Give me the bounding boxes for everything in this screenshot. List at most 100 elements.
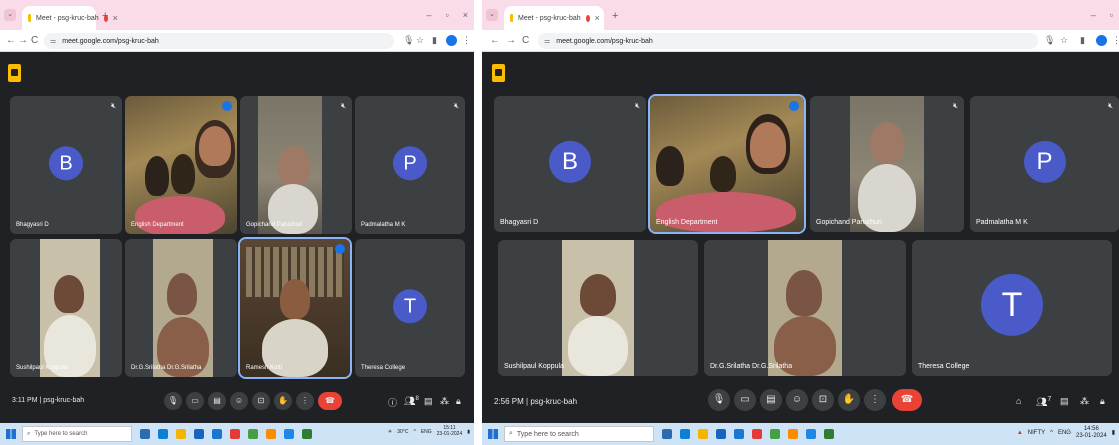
side-panel-icon[interactable]: ▮ [432,35,437,46]
host-controls-icon[interactable]: 🔒︎ [456,396,461,407]
participant-tile[interactable]: T Theresa College [912,240,1112,376]
reload-button[interactable]: C [31,35,38,46]
info-icon[interactable]: ⓘ [388,396,397,409]
edge-icon[interactable] [680,429,690,439]
participant-tile[interactable]: P 🔇︎ Padmalatha M K [355,96,465,234]
participant-tile[interactable]: T Theresa College [355,239,465,377]
participant-tile[interactable]: P 🔇︎ Padmalatha M K [970,96,1119,232]
tab-search-icon[interactable]: ⌄ [4,9,16,21]
site-info-icon[interactable]: ⚌ [50,37,56,45]
chrome-icon[interactable] [248,429,258,439]
more-options-button[interactable]: ⋮ [864,389,886,411]
chrome-icon[interactable] [302,429,312,439]
back-button[interactable]: ← [6,35,16,46]
mic-permission-icon[interactable]: 🎙 [403,35,414,46]
app-icon[interactable] [266,429,276,439]
participant-tile[interactable]: Sushilpaul Koppula [10,239,122,377]
participant-tile[interactable]: Dr.G.Srilatha Dr.G.Srilatha [125,239,237,377]
bookmark-star-icon[interactable]: ☆ [416,35,424,46]
new-tab-button[interactable]: + [102,10,108,22]
mail-icon[interactable] [212,429,222,439]
emoji-button[interactable]: ☺ [786,389,808,411]
host-controls-icon[interactable]: 🔒︎ [1100,396,1105,407]
store-icon[interactable] [194,429,204,439]
language-indicator[interactable]: ENG [421,429,432,435]
minimize-button[interactable]: – [1091,10,1096,20]
tab-search-icon[interactable]: ⌄ [486,9,498,21]
info-icon[interactable]: ⌂ [1016,396,1021,406]
people-icon[interactable]: 👥︎8 [404,396,419,407]
mic-button[interactable]: 🎙 [164,392,182,410]
more-options-icon[interactable] [335,244,345,254]
chrome-icon[interactable] [824,429,834,439]
back-button[interactable]: ← [490,35,500,46]
close-tab-icon[interactable]: × [113,13,118,23]
participant-tile[interactable]: English Department [125,96,237,234]
windows-start-icon[interactable] [488,429,498,439]
forward-button[interactable]: → [506,35,516,46]
file-explorer-icon[interactable] [176,429,186,439]
raise-hand-button[interactable]: ✋ [274,392,292,410]
people-icon[interactable]: 👥︎7 [1036,396,1051,408]
close-tab-icon[interactable]: × [595,13,600,23]
participant-tile[interactable]: Dr.G.Srilatha Dr.G.Srilatha [704,240,906,376]
clock[interactable]: 14:56 23-01-2024 [1076,426,1107,439]
raise-hand-button[interactable]: ✋ [838,389,860,411]
participant-tile[interactable]: B 🔇︎ Bhagyasri D [10,96,122,234]
word-icon[interactable] [806,429,816,439]
browser-menu-icon[interactable]: ⋮ [462,35,471,46]
side-panel-icon[interactable]: ▮ [1080,35,1085,46]
app-icon[interactable] [752,429,762,439]
present-button[interactable]: ⊡ [252,392,270,410]
tab-meet[interactable]: Meet - psg-kruc-bah × [22,6,118,30]
more-options-button[interactable]: ⋮ [296,392,314,410]
profile-avatar[interactable] [446,35,457,46]
chrome-icon[interactable] [770,429,780,439]
windows-start-icon[interactable] [6,429,16,439]
end-call-button[interactable]: ☎ [892,389,922,411]
participant-tile[interactable]: B 🔇︎ Bhagyasri D [494,96,646,232]
camera-button[interactable]: ▭ [734,389,756,411]
site-info-icon[interactable]: ⚌ [544,37,550,45]
participant-tile[interactable]: 🔇︎ Gopichand Paruchuri [240,96,352,234]
task-view-icon[interactable] [662,429,672,439]
mic-permission-icon[interactable]: 🎙 [1044,35,1055,46]
url-field[interactable]: ⚌ meet.google.com/psg-kruc-bah [44,33,394,49]
bookmark-star-icon[interactable]: ☆ [1060,35,1068,46]
present-button[interactable]: ⊡ [812,389,834,411]
task-view-icon[interactable] [140,429,150,439]
forward-button[interactable]: → [18,35,28,46]
end-call-button[interactable]: ☎ [318,392,342,410]
ticker-text[interactable]: NIFTY [1028,430,1045,436]
activities-icon[interactable]: ⁂ [440,396,449,407]
activities-icon[interactable]: ⁂ [1080,396,1089,407]
chat-icon[interactable]: ▤ [424,396,433,407]
store-icon[interactable] [716,429,726,439]
meeting-info-badge-icon[interactable] [8,64,21,82]
participant-tile[interactable]: English Department [648,94,806,234]
app-icon[interactable] [788,429,798,439]
word-icon[interactable] [284,429,294,439]
mic-button[interactable]: 🎙 [708,389,730,411]
url-field[interactable]: ⚌ meet.google.com/psg-kruc-bah [538,33,1038,49]
notification-icon[interactable]: ▮ [467,429,470,435]
emoji-button[interactable]: ☺ [230,392,248,410]
maximize-button[interactable]: ▫ [1110,10,1113,20]
language-indicator[interactable]: ENG [1058,430,1071,436]
tray-expand-icon[interactable]: ^ [413,429,415,435]
meeting-info-badge-icon[interactable] [492,64,505,82]
captions-button[interactable]: ▤ [208,392,226,410]
app-icon[interactable] [230,429,240,439]
new-tab-button[interactable]: + [612,10,618,22]
participant-tile[interactable]: 🔇︎ Gopichand Paruchuri [810,96,964,232]
tray-expand-icon[interactable]: ^ [1050,430,1053,436]
file-explorer-icon[interactable] [698,429,708,439]
clock[interactable]: 15:11 23-01-2024 [437,425,463,437]
camera-button[interactable]: ▭ [186,392,204,410]
weather-icon[interactable]: ☀ [388,429,392,435]
browser-menu-icon[interactable]: ⋮ [1112,35,1119,46]
edge-icon[interactable] [158,429,168,439]
profile-avatar[interactable] [1096,35,1107,46]
captions-button[interactable]: ▤ [760,389,782,411]
reload-button[interactable]: C [522,35,529,46]
